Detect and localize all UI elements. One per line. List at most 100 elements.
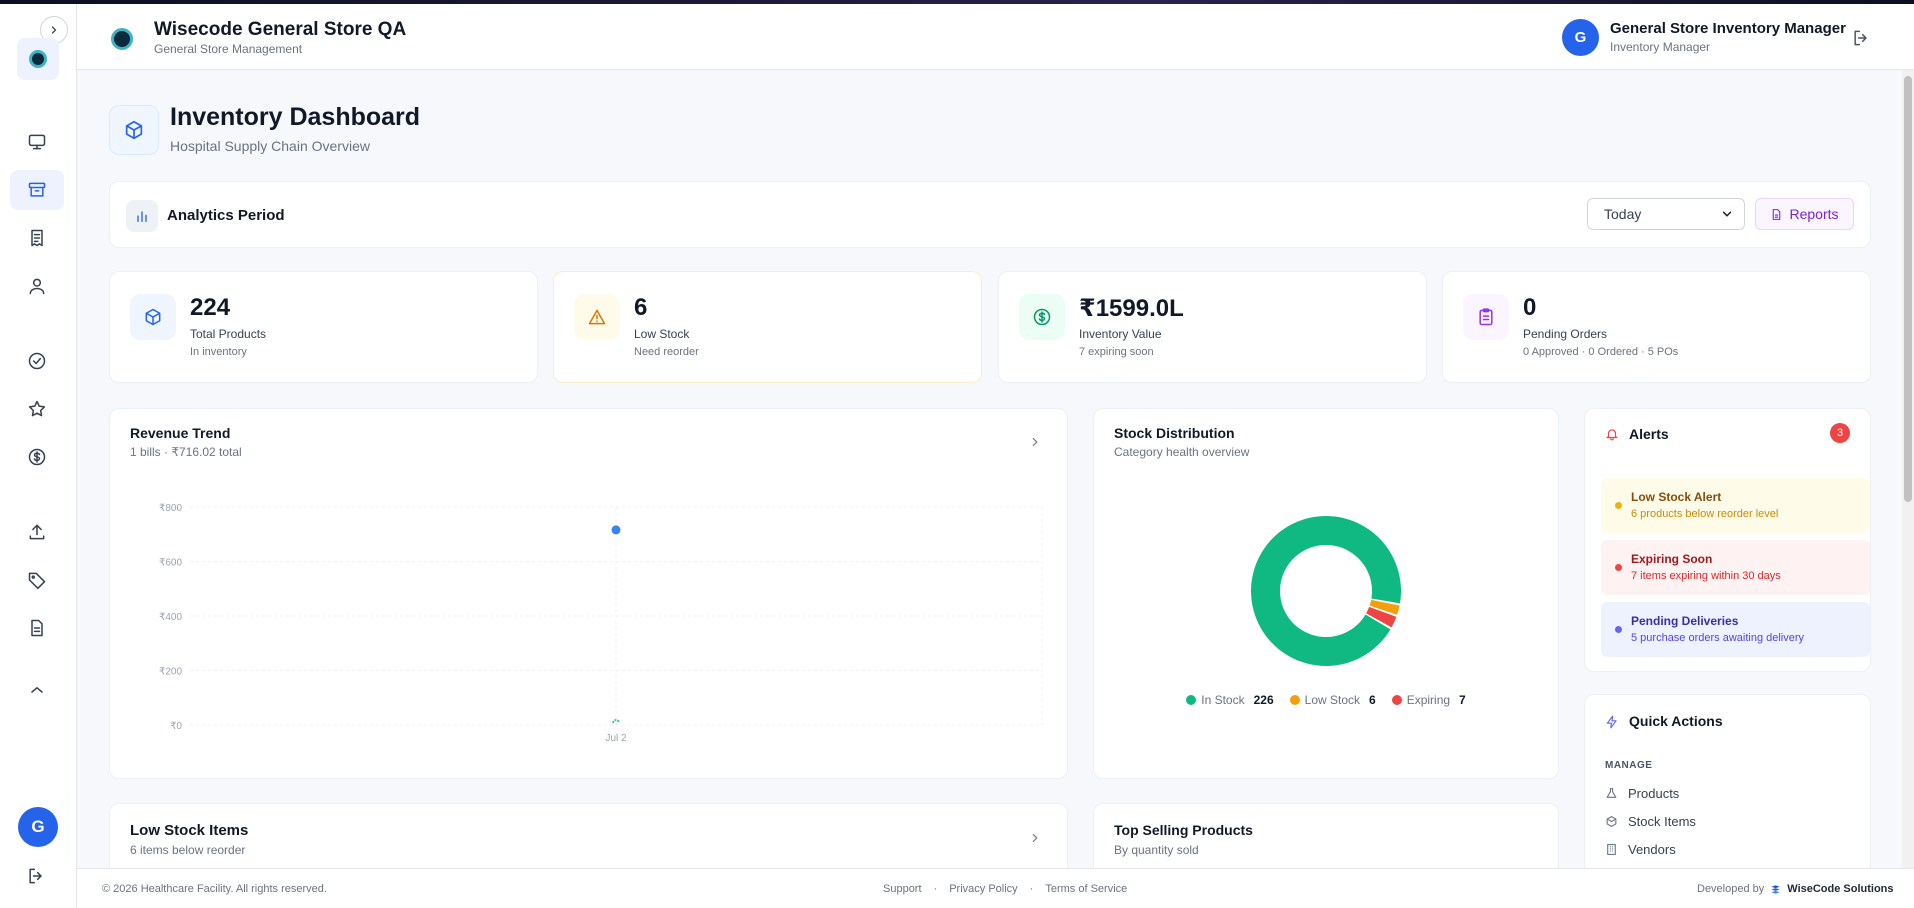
- scrollbar-thumb[interactable]: [1904, 76, 1912, 502]
- sidebar-item-upload[interactable]: [10, 512, 64, 552]
- stat-value: 0: [1523, 294, 1537, 321]
- file-text-icon: [31, 619, 43, 637]
- alert-pending-deliveries[interactable]: Pending Deliveries 5 purchase orders awa…: [1601, 602, 1870, 657]
- period-select-value: Today: [1604, 206, 1642, 222]
- clipboard-icon: [1463, 294, 1509, 340]
- quick-action-label: Stock Items: [1628, 814, 1696, 829]
- stat-subtext: 7 expiring soon: [1079, 346, 1154, 358]
- quick-actions-title: Quick Actions: [1629, 713, 1723, 729]
- bar-chart-icon: [126, 200, 158, 232]
- dollar-circle-icon: [28, 448, 46, 466]
- analytics-period-label: Analytics Period: [167, 207, 285, 224]
- legend-swatch: [1186, 695, 1197, 705]
- stat-subtext: Need reorder: [634, 346, 699, 358]
- quick-action-products[interactable]: Products: [1605, 786, 1679, 801]
- bell-icon: [1605, 429, 1619, 441]
- chevron-right-icon: [51, 26, 57, 34]
- reports-button[interactable]: Reports: [1755, 198, 1854, 230]
- stat-card-total-products[interactable]: 224 Total Products In inventory: [109, 271, 538, 383]
- user-icon: [29, 278, 45, 295]
- alert-subtitle: 6 products below reorder level: [1631, 508, 1779, 520]
- top-selling-title: Top Selling Products: [1114, 822, 1253, 838]
- sidebar-item-inventory[interactable]: [10, 170, 64, 210]
- brand-subtitle: General Store Management: [154, 42, 303, 56]
- sidebar-item-favorites[interactable]: [10, 389, 64, 429]
- sidebar-item-more[interactable]: [10, 670, 64, 696]
- data-point: [611, 525, 621, 535]
- legend-item-expiring: Expiring 7: [1391, 693, 1466, 707]
- stat-subtext: In inventory: [190, 346, 247, 358]
- reports-button-label: Reports: [1789, 206, 1839, 222]
- logout-icon: [1854, 30, 1867, 46]
- footer-developer: Developed by WiseCode Solutions: [1697, 883, 1894, 895]
- legend-swatch: [1391, 695, 1402, 705]
- sidebar-item-dashboard[interactable]: [10, 122, 64, 162]
- tag-icon: [28, 572, 46, 590]
- document-icon: [1773, 208, 1781, 220]
- stat-value: 6: [634, 294, 648, 321]
- low-stock-open-button[interactable]: [1028, 831, 1042, 850]
- alert-dot: [1615, 502, 1622, 509]
- footer-separator: ·: [1029, 883, 1034, 895]
- chevron-down-icon: [1722, 211, 1732, 217]
- stat-label: Pending Orders: [1523, 327, 1608, 341]
- cube-icon: [125, 120, 143, 140]
- legend-item-in-stock: In Stock 226: [1186, 693, 1274, 707]
- low-stock-items-title: Low Stock Items: [130, 822, 249, 839]
- alert-low-stock[interactable]: Low Stock Alert 6 products below reorder…: [1601, 478, 1870, 533]
- alert-expiring-soon[interactable]: Expiring Soon 7 items expiring within 30…: [1601, 540, 1870, 595]
- sidebar-logo[interactable]: [17, 38, 59, 80]
- building-icon: [1607, 844, 1616, 855]
- alert-subtitle: 7 items expiring within 30 days: [1631, 570, 1781, 582]
- lightning-icon: [1606, 715, 1617, 729]
- sidebar-avatar[interactable]: G: [18, 807, 58, 847]
- footer-developed-by: Developed by: [1697, 883, 1765, 895]
- footer-link-terms[interactable]: Terms of Service: [1045, 883, 1127, 895]
- flask-icon: [1606, 788, 1617, 798]
- brand-title: Wisecode General Store QA: [154, 19, 407, 40]
- analytics-period-bar: Analytics Period Today Reports: [109, 181, 1871, 248]
- low-stock-items-subtitle: 6 items below reorder: [130, 843, 246, 857]
- footer-link-support[interactable]: Support: [883, 883, 922, 895]
- user-avatar[interactable]: G: [1562, 19, 1599, 56]
- sidebar-item-approvals[interactable]: [10, 341, 64, 381]
- sidebar-item-users[interactable]: [10, 266, 64, 306]
- footer-company[interactable]: WiseCode Solutions: [1787, 883, 1893, 895]
- y-tick-label: ₹600: [159, 558, 182, 569]
- chevron-up-icon: [31, 687, 43, 693]
- box-icon: [1606, 816, 1617, 827]
- wisecode-logo-icon: [1771, 884, 1780, 894]
- footer-separator: ·: [933, 883, 938, 895]
- sidebar-item-billing[interactable]: [10, 218, 64, 258]
- quick-action-stock-items[interactable]: Stock Items: [1605, 814, 1696, 829]
- stat-subtext: 0 Approved · 0 Ordered · 5 POs: [1523, 346, 1679, 358]
- stat-value: ₹1599.0L: [1079, 295, 1184, 322]
- legend-count: 6: [1369, 693, 1376, 707]
- revenue-line-chart: ₹800 ₹600 ₹400 ₹200 ₹0 Jul 2: [159, 503, 1043, 744]
- sidebar-item-finance[interactable]: [10, 437, 64, 477]
- logo-icon: [29, 50, 47, 68]
- chevron-right-icon: [1032, 833, 1038, 843]
- legend-label: In Stock: [1201, 693, 1245, 707]
- sidebar-item-tags[interactable]: [10, 560, 64, 600]
- footer-link-privacy[interactable]: Privacy Policy: [949, 883, 1017, 895]
- stat-card-pending-orders[interactable]: 0 Pending Orders 0 Approved · 0 Ordered …: [1442, 271, 1871, 383]
- header-logout-button[interactable]: [1851, 28, 1871, 53]
- page-scrollbar[interactable]: [1902, 70, 1914, 868]
- stat-card-inventory-value[interactable]: ₹1599.0L Inventory Value 7 expiring soon: [998, 271, 1427, 383]
- period-select[interactable]: Today: [1587, 198, 1745, 230]
- page-title: Inventory Dashboard: [170, 103, 421, 131]
- legend-count: 226: [1253, 693, 1274, 707]
- sidebar-item-reports[interactable]: [10, 608, 64, 648]
- stat-card-low-stock[interactable]: 6 Low Stock Need reorder: [553, 271, 982, 383]
- page-title-icon: [109, 105, 159, 155]
- stat-label: Total Products: [190, 327, 267, 341]
- quick-action-vendors[interactable]: Vendors: [1605, 842, 1676, 857]
- alert-title: Low Stock Alert: [1631, 490, 1722, 504]
- sidebar-logout-button[interactable]: [26, 866, 46, 891]
- footer-links: Support · Privacy Policy · Terms of Serv…: [883, 883, 1127, 895]
- page-subtitle: Hospital Supply Chain Overview: [170, 138, 370, 154]
- archive-icon: [28, 182, 46, 197]
- alerts-title: Alerts: [1629, 426, 1669, 442]
- y-tick-label: ₹400: [159, 612, 182, 623]
